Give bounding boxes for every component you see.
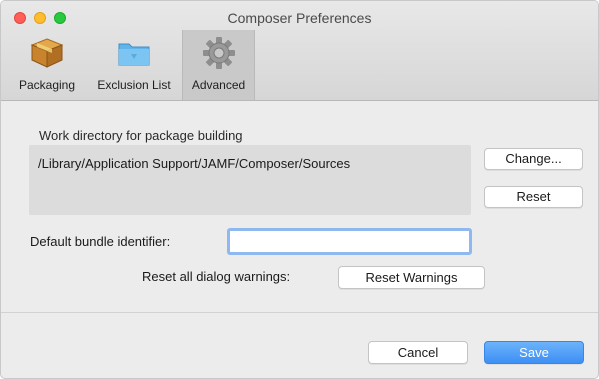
change-directory-button[interactable]: Change... <box>484 148 583 170</box>
tab-exclusion-list[interactable]: Exclusion List <box>87 30 181 100</box>
gear-icon <box>202 37 235 69</box>
save-button[interactable]: Save <box>484 341 584 364</box>
preferences-window: Composer Preferences Packaging Exclusion… <box>0 0 599 379</box>
tab-packaging[interactable]: Packaging <box>9 30 85 100</box>
tab-advanced-label: Advanced <box>191 78 246 92</box>
cancel-button[interactable]: Cancel <box>368 341 468 364</box>
toolbar: Composer Preferences Packaging Exclusion… <box>1 1 598 101</box>
work-directory-path: /Library/Application Support/JAMF/Compos… <box>38 156 351 171</box>
folder-icon <box>118 43 150 66</box>
reset-warnings-button[interactable]: Reset Warnings <box>338 266 485 289</box>
work-directory-label: Work directory for package building <box>39 128 243 143</box>
bundle-identifier-label: Default bundle identifier: <box>30 234 171 249</box>
window-title: Composer Preferences <box>227 10 372 26</box>
tab-advanced[interactable]: Advanced <box>182 30 255 100</box>
reset-directory-button[interactable]: Reset <box>484 186 583 208</box>
reset-warnings-label: Reset all dialog warnings: <box>142 269 291 284</box>
footer-divider <box>1 312 598 313</box>
bundle-identifier-input[interactable] <box>227 228 472 255</box>
package-box-icon <box>30 38 64 68</box>
tab-packaging-label: Packaging <box>18 78 76 92</box>
tab-exclusion-list-label: Exclusion List <box>97 78 171 92</box>
